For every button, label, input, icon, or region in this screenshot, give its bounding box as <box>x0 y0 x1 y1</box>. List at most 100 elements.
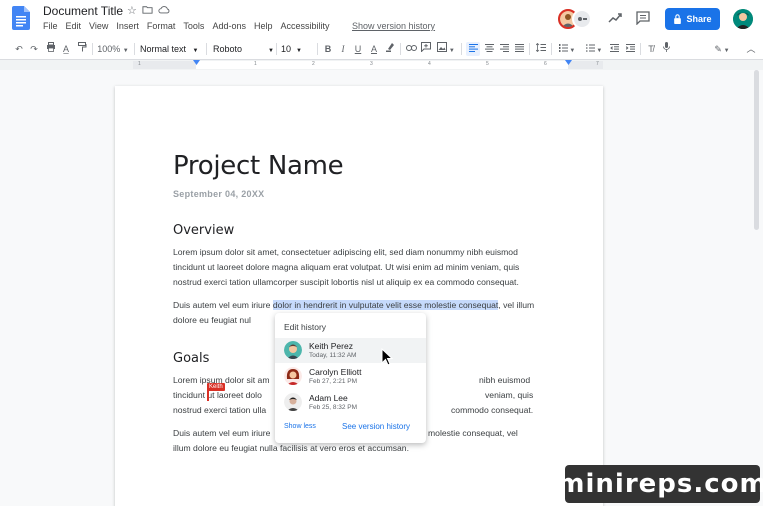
see-version-history-link[interactable]: See version history <box>342 422 410 431</box>
scrollbar-thumb[interactable] <box>754 70 759 230</box>
font-select[interactable]: Roboto ▼ <box>213 42 274 56</box>
menu-help[interactable]: Help <box>254 21 273 31</box>
chevron-down-icon: ▼ <box>268 48 274 54</box>
collaborator-cursor-label: Keith <box>207 383 225 391</box>
share-label: Share <box>686 14 712 24</box>
edit-history-entry[interactable]: Carolyn Elliott Feb 27, 2:21 PM <box>275 364 426 389</box>
collaborator-avatar-more[interactable] <box>572 9 592 29</box>
font-size-select[interactable]: 10 ▼ <box>281 42 305 56</box>
paragraph-style-select[interactable]: Normal text ▼ <box>140 42 202 56</box>
entry-name: Carolyn Elliott <box>309 367 362 377</box>
goals-paragraph-1-line-3-end[interactable]: commodo consequat. <box>451 403 546 418</box>
edit-history-entry[interactable]: Keith Perez Today, 11:32 AM <box>275 338 426 363</box>
menu-accessibility[interactable]: Accessibility <box>280 21 329 31</box>
add-comment-icon[interactable] <box>420 42 432 56</box>
menu-file[interactable]: File <box>43 21 58 31</box>
insert-image-icon[interactable]: ▼ <box>436 42 456 56</box>
collaborator-avatars[interactable] <box>558 9 592 29</box>
lock-icon <box>674 14 682 24</box>
avatar <box>284 341 302 359</box>
menu-bar: File Edit View Insert Format Tools Add-o… <box>43 21 338 31</box>
goals-heading[interactable]: Goals <box>173 351 209 366</box>
goals-paragraph-1-line-2-end[interactable]: veniam, quis <box>485 388 545 403</box>
menu-view[interactable]: View <box>89 21 108 31</box>
horizontal-ruler[interactable]: 1 1 2 3 4 5 6 7 <box>0 60 763 70</box>
align-center-icon[interactable] <box>483 42 495 56</box>
show-less-link[interactable]: Show less <box>284 423 316 430</box>
comment-history-icon[interactable] <box>635 11 651 27</box>
menu-tools[interactable]: Tools <box>183 21 204 31</box>
text-color-icon[interactable]: A <box>368 42 380 56</box>
collaborator-caret <box>207 390 209 401</box>
vertical-scrollbar[interactable] <box>752 70 760 230</box>
underline-icon[interactable]: U <box>352 42 364 56</box>
align-left-icon[interactable] <box>466 42 480 56</box>
edit-history-title: Edit history <box>284 322 327 332</box>
document-title[interactable]: Document Title <box>43 4 123 18</box>
editing-mode-icon[interactable]: ✎ ▼ <box>710 42 734 56</box>
left-indent-marker-icon[interactable] <box>193 60 200 66</box>
menu-edit[interactable]: Edit <box>66 21 82 31</box>
link-icon[interactable] <box>405 42 417 56</box>
mouse-pointer-icon <box>381 348 393 366</box>
activity-trend-icon[interactable] <box>607 11 623 27</box>
top-bar: Document Title ☆ File Edit View Insert F… <box>0 0 763 38</box>
avatar <box>284 367 302 385</box>
star-icon[interactable]: ☆ <box>127 4 137 18</box>
menu-format[interactable]: Format <box>147 21 176 31</box>
account-avatar[interactable] <box>733 9 753 29</box>
highlight-color-icon[interactable] <box>384 42 396 56</box>
highlighted-text[interactable]: dolor in hendrerit in vulputate velit es… <box>272 300 499 310</box>
collapse-menus-icon[interactable]: ︿ <box>745 42 757 56</box>
goals-paragraph-2-line-2[interactable]: illum dolore eu feugiat nulla facilisis … <box>173 441 545 456</box>
ruler-number: 7 <box>596 61 599 67</box>
ruler-number: 6 <box>544 61 547 67</box>
right-indent-marker-icon[interactable] <box>565 60 572 66</box>
justify-icon[interactable] <box>513 42 525 56</box>
voice-typing-icon[interactable] <box>660 42 672 56</box>
goals-paragraph-1-line-3[interactable]: nostrud exerci tation ulla <box>173 403 275 418</box>
show-version-history-link[interactable]: Show version history <box>352 21 435 31</box>
title-icons: ☆ <box>127 4 170 18</box>
bold-icon[interactable]: B <box>322 42 334 56</box>
clear-formatting-icon[interactable]: T̸ <box>645 42 657 56</box>
italic-icon[interactable]: I <box>337 42 349 56</box>
folder-icon[interactable] <box>142 4 153 18</box>
formatting-toolbar: ↶ ↷ A̲ 100% ▼ Normal text ▼ Roboto ▼ 10 ▼ … <box>0 38 763 60</box>
goals-paragraph-2-line-1[interactable]: Duis autem vel eum iriure <box>173 426 275 441</box>
docs-logo-icon[interactable] <box>12 6 30 30</box>
paragraph-style-value: Normal text <box>140 44 187 54</box>
menu-insert[interactable]: Insert <box>116 21 139 31</box>
decrease-indent-icon[interactable] <box>608 42 620 56</box>
spellcheck-icon[interactable]: A̲ <box>60 42 72 56</box>
numbered-list-icon[interactable]: ▼ <box>556 42 578 56</box>
align-right-icon[interactable] <box>498 42 510 56</box>
font-value: Roboto <box>213 44 243 54</box>
chevron-down-icon: ▼ <box>122 48 129 54</box>
document-heading[interactable]: Project Name <box>173 151 344 181</box>
ruler-number: 2 <box>312 61 315 67</box>
print-icon[interactable] <box>44 42 57 56</box>
bulleted-list-icon[interactable]: ▼ <box>583 42 605 56</box>
entry-time: Feb 25, 8:32 PM <box>309 404 358 411</box>
goals-paragraph-2-line-1-end[interactable]: molestie consequat, vel <box>428 426 548 441</box>
increase-indent-icon[interactable] <box>624 42 636 56</box>
goals-paragraph-1-line-1-end[interactable]: nibh euismod <box>479 373 549 388</box>
menu-add-ons[interactable]: Add-ons <box>212 21 246 31</box>
font-size-value: 10 <box>281 44 292 54</box>
overview-heading[interactable]: Overview <box>173 223 234 238</box>
overview-paragraph-1[interactable]: Lorem ipsum dolor sit amet, consectetuer… <box>173 245 545 290</box>
paragraph-text: Duis autem vel eum iriure <box>173 300 273 310</box>
entry-time: Feb 27, 2:21 PM <box>309 378 358 385</box>
ruler-number: 4 <box>428 61 431 67</box>
line-spacing-icon[interactable] <box>534 42 547 56</box>
ruler-number: 5 <box>486 61 489 67</box>
cloud-icon[interactable] <box>158 4 170 18</box>
paint-format-icon[interactable] <box>76 42 88 56</box>
redo-icon[interactable]: ↷ <box>28 42 40 56</box>
edit-history-entry[interactable]: Adam Lee Feb 25, 8:32 PM <box>275 390 426 415</box>
zoom-select[interactable]: 100% ▼ <box>96 42 130 56</box>
document-date[interactable]: September 04, 20XX <box>173 189 264 199</box>
undo-icon[interactable]: ↶ <box>13 42 25 56</box>
share-button[interactable]: Share <box>665 8 720 30</box>
